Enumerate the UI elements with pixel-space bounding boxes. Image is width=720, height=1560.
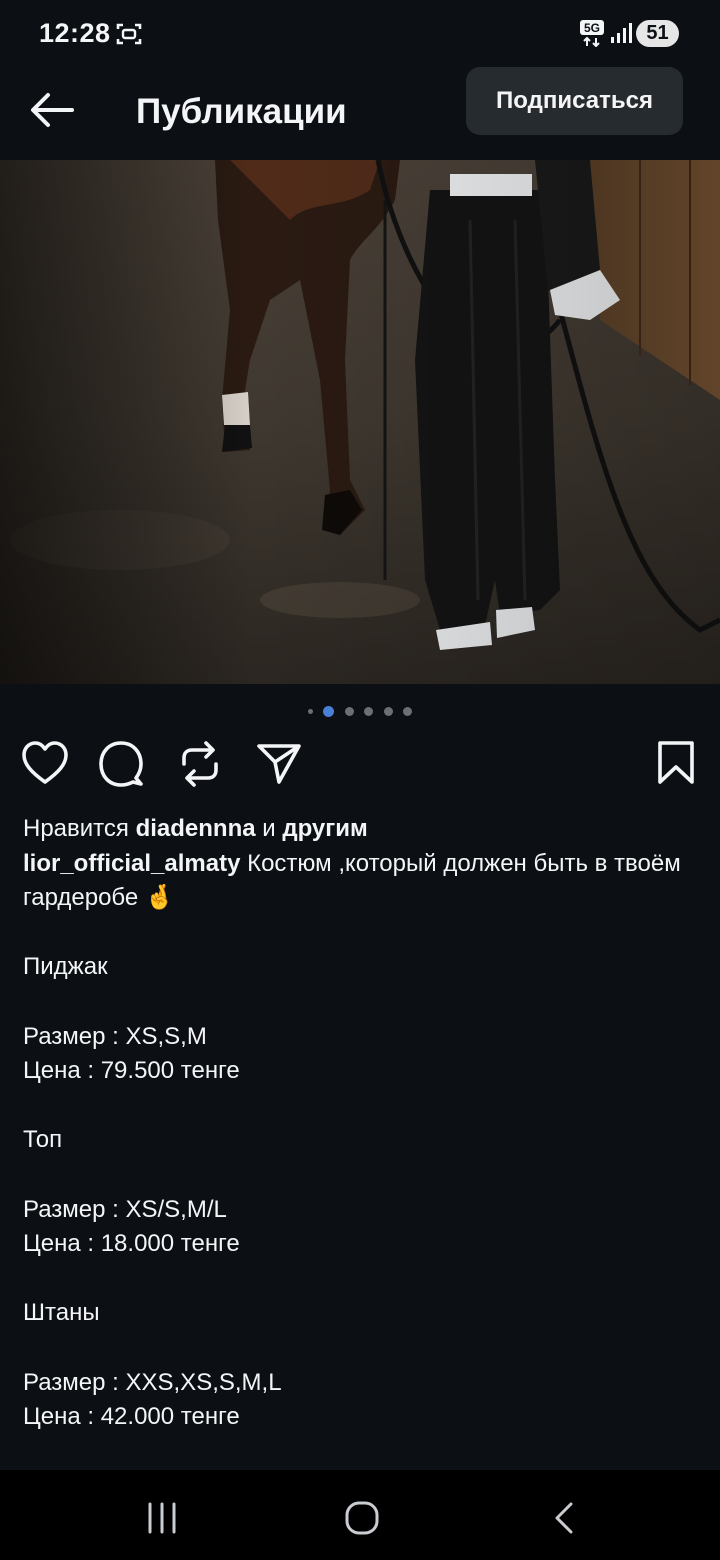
caption-line: Цена : 18.000 тенге [23,1230,240,1258]
recent-apps-icon[interactable] [142,1500,182,1536]
system-back-icon[interactable] [544,1500,584,1536]
likes-summary: Нравится diadennna и другим [23,815,368,842]
caption-line: Цена : 42.000 тенге [23,1403,240,1431]
caption-line: Размер : XS,S,M [23,1022,207,1050]
follow-button[interactable]: Подписаться [466,67,683,135]
signal-icon [611,23,632,43]
back-arrow-icon[interactable] [28,90,76,130]
caption-line [23,1089,693,1124]
author-username[interactable]: lior_official_almaty [23,850,240,877]
heart-icon[interactable] [21,738,69,790]
caption-line: Пиджак [23,953,108,981]
battery-indicator: 51 [636,20,679,47]
carousel-indicator [0,703,720,719]
carousel-dot [307,709,313,715]
share-icon[interactable] [255,738,303,790]
status-time: 12:28 [39,18,111,48]
caption-line [23,1331,693,1366]
system-nav-bar [0,1470,720,1560]
post-photo[interactable] [0,160,720,684]
app-header: Публикации Подписаться [0,66,720,160]
carousel-dot [344,707,354,717]
home-icon[interactable] [342,1500,382,1536]
caption-text: lior_official_almaty Костюм ,который дол… [23,849,681,912]
caption-line: Топ [23,1126,63,1154]
screenshot-icon [116,23,142,45]
caption-line [23,1262,693,1297]
network-5g-icon: 5G [580,20,604,47]
svg-text:5G: 5G [584,21,600,35]
carousel-dot [383,707,393,717]
caption-line: Цена : 79.500 тенге [23,1057,240,1085]
bookmark-icon[interactable] [652,738,700,790]
page-title: Публикации [136,92,347,131]
caption-line: Размер : XS/S,M/L [23,1195,227,1223]
caption-line [23,1158,693,1193]
status-bar: 12:28 5G 51 [0,0,720,66]
carousel-dot [403,707,413,717]
caption-line: Штаны [23,1299,100,1327]
carousel-dot-active [323,706,335,718]
carousel-dot [364,707,374,717]
caption-line [23,985,693,1020]
repost-icon[interactable] [176,738,224,790]
post-caption: Нравится diadennna и другим lior_officia… [23,812,693,1435]
post-actions [0,738,720,794]
caption-line: Размер : XXS,XS,S,M,L [23,1368,282,1396]
comment-icon[interactable] [97,738,145,790]
liker-username[interactable]: diadennna [136,815,256,842]
likes-others-link[interactable]: другим [282,815,367,842]
